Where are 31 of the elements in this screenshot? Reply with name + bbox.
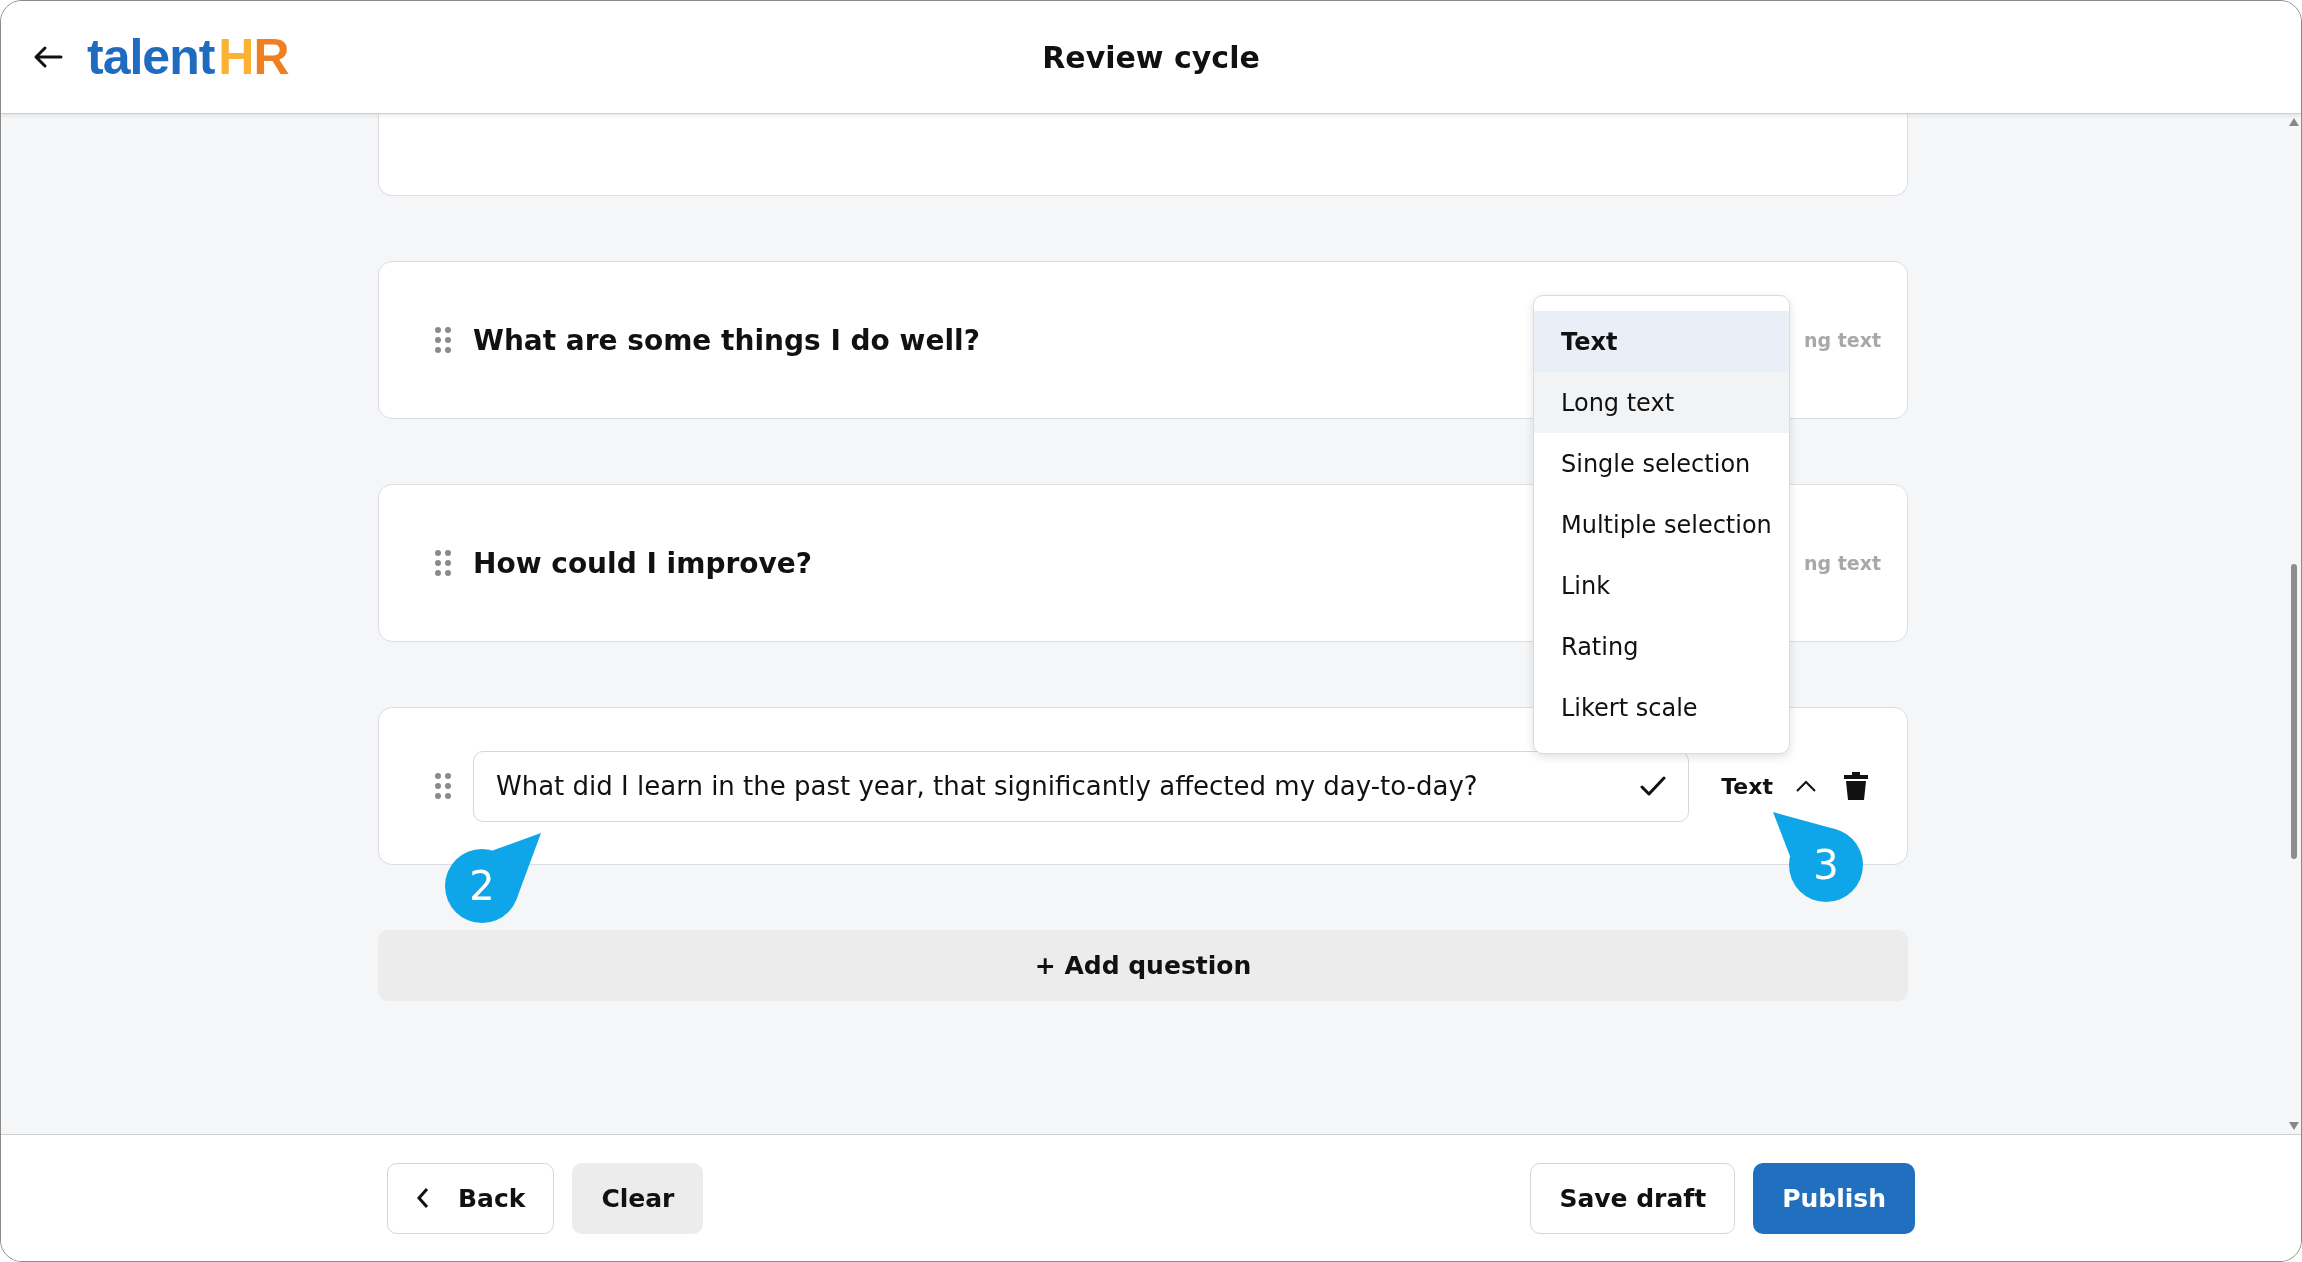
scrollbar-thumb[interactable] (2291, 564, 2297, 859)
publish-button[interactable]: Publish (1753, 1162, 1915, 1234)
question-text: How could I improve? (473, 546, 812, 580)
caret-icon (1795, 779, 1817, 793)
menu-item[interactable]: Long text (1534, 372, 1789, 433)
logo: talentHR (87, 28, 289, 86)
menu-item[interactable]: Link (1534, 555, 1789, 616)
menu-item[interactable]: Single selection (1534, 433, 1789, 494)
back-arrow-icon[interactable] (33, 45, 63, 69)
drag-handle-icon[interactable] (435, 773, 451, 799)
trash-icon[interactable] (1843, 771, 1869, 801)
question-input-field[interactable]: What did I learn in the past year, that significantly affected my day-to-day? (473, 750, 1690, 822)
scroll-down-icon[interactable] (2289, 1122, 2299, 1130)
question-type: ng text (1803, 552, 1881, 574)
page-title: Review cycle (1042, 39, 1260, 75)
add-question-button[interactable]: + Add question (378, 930, 1908, 1001)
chevron-left-icon (416, 1187, 430, 1209)
menu-item[interactable]: Text (1534, 311, 1789, 372)
back-button[interactable]: Back (387, 1162, 555, 1234)
menu-item[interactable]: Likert scale (1534, 677, 1789, 738)
drag-handle-icon[interactable] (435, 550, 451, 576)
checkmark-icon[interactable] (1640, 775, 1667, 797)
question-type: ng text (1803, 329, 1881, 351)
clear-button[interactable]: Clear (572, 1162, 704, 1234)
drag-handle-icon[interactable] (435, 327, 451, 353)
save-draft-button[interactable]: Save draft (1530, 1162, 1736, 1234)
type-select[interactable]: Text (1717, 767, 1821, 805)
menu-item[interactable]: Multiple selection (1534, 494, 1789, 555)
menu-item[interactable]: Rating (1534, 616, 1789, 677)
scroll-up-icon[interactable] (2289, 118, 2299, 126)
question-text: What are some things I do well? (473, 323, 980, 357)
